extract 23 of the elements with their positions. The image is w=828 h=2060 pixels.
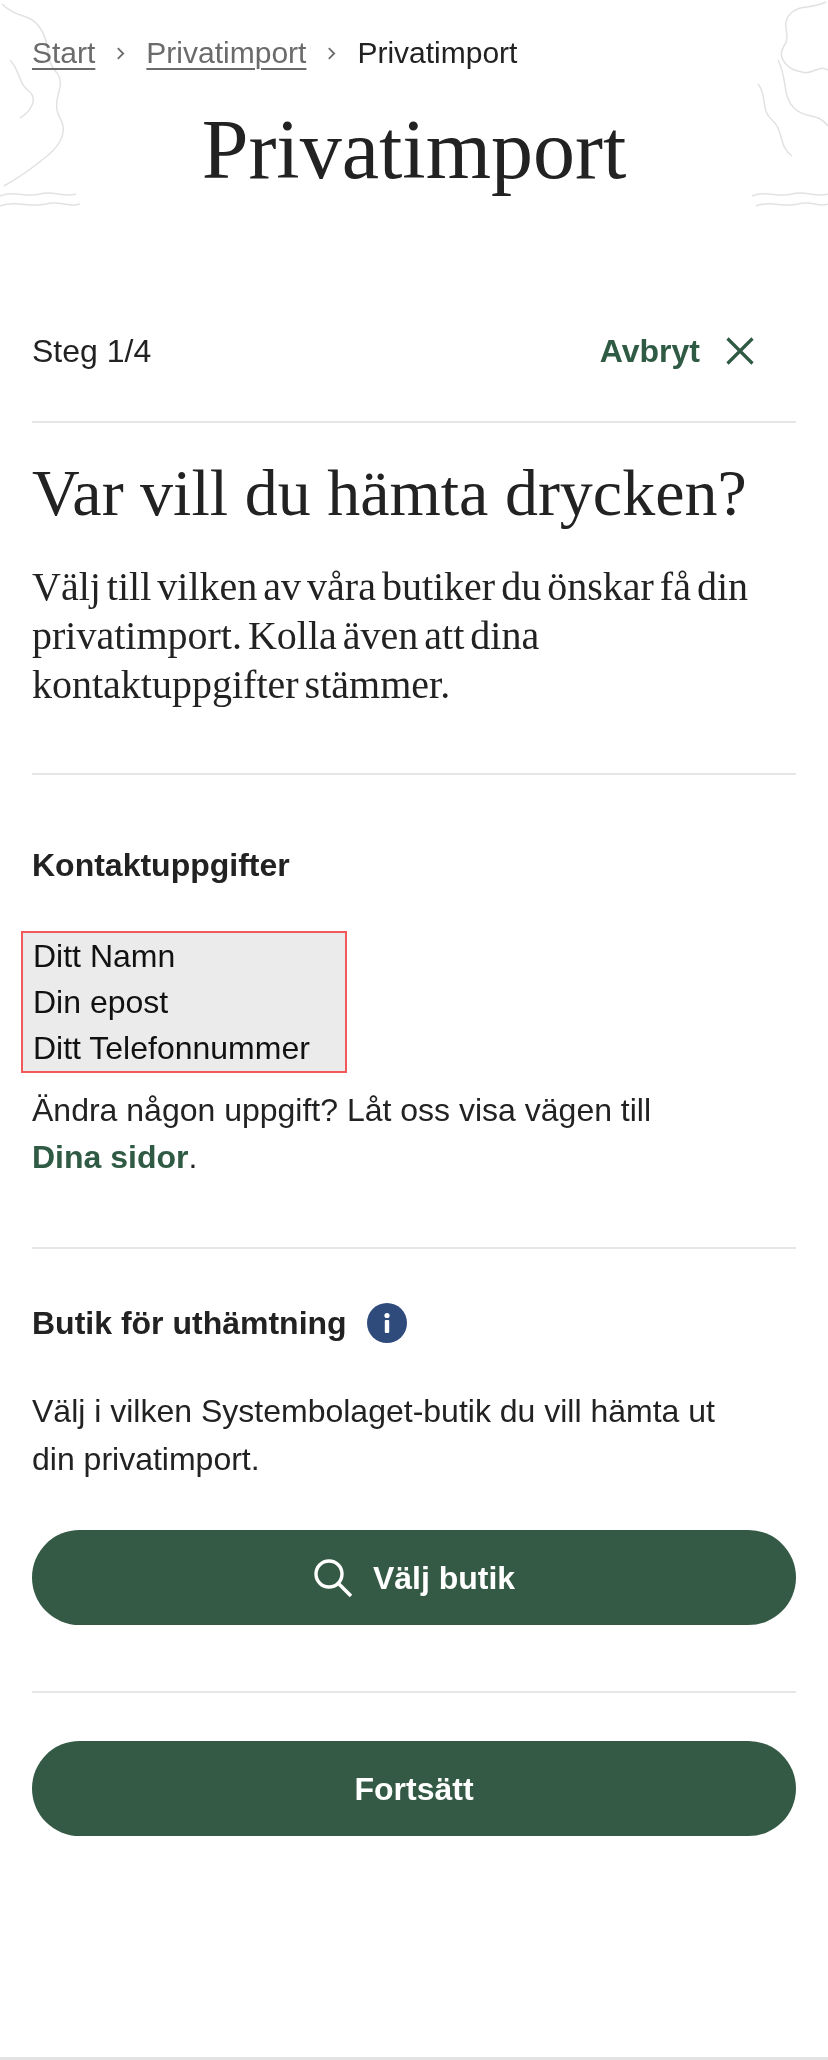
chevron-icon — [327, 45, 337, 61]
breadcrumb-link[interactable]: Start — [32, 35, 96, 71]
account-pages-link[interactable]: Dina sidor — [32, 1139, 189, 1175]
page-title: Privatimport — [200, 102, 628, 198]
intro-text: Välj till vilken av våra butiker du önskar få din privatimport. Kolla även att dina kontaktuppgifter stämmer. — [32, 563, 749, 709]
contact-heading: Kontaktuppgifter — [32, 846, 291, 885]
breadcrumb-link[interactable]: Privatimport — [146, 35, 307, 71]
contact-detail: Din epost — [33, 983, 170, 1022]
store-heading: Butik för uthämtning — [32, 1304, 347, 1343]
contact-detail: Ditt Telefonnummer — [33, 1029, 311, 1068]
contact-detail: Ditt Namn — [33, 937, 177, 976]
continue-button[interactable]: Fortsätt — [32, 1741, 796, 1836]
breadcrumb-current: Privatimport — [357, 35, 518, 71]
close-icon — [726, 337, 754, 365]
chevron-icon — [116, 45, 126, 61]
choose-store-button[interactable]: Välj butik — [32, 1530, 796, 1625]
cancel-button[interactable]: Avbryt — [599, 331, 754, 371]
info-icon[interactable] — [366, 1303, 407, 1343]
step-indicator: Steg 1/4 — [32, 332, 152, 371]
store-description: Välj i vilken Systembolaget-butik du vill hämta ut din privatimport. — [32, 1392, 716, 1479]
contact-note: Ändra någon uppgift? Låt oss visa vägen till Dina sidor. — [32, 1091, 653, 1177]
section-heading: Var vill du hämta drycken? — [32, 455, 748, 531]
search-icon — [312, 1557, 353, 1598]
